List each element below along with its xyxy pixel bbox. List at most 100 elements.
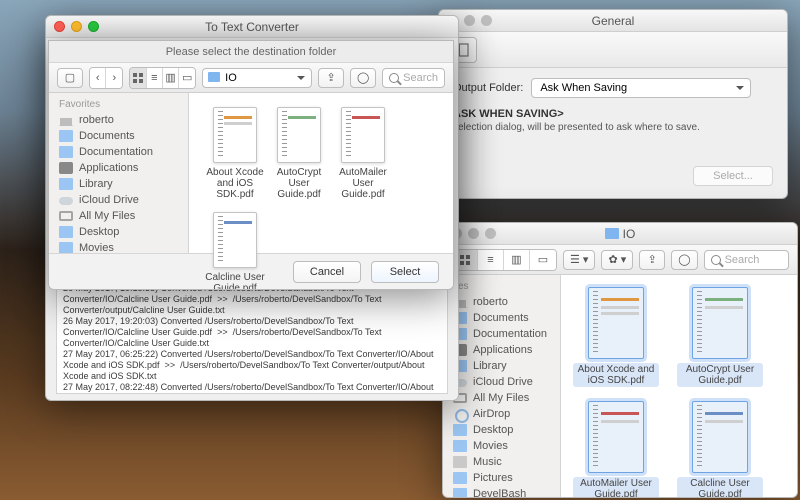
folder-icon	[453, 424, 467, 436]
sidebar-item[interactable]: Movies	[49, 240, 188, 253]
pdf-thumb-icon	[692, 287, 748, 359]
file-item[interactable]: About Xcode and iOS SDK.pdf	[205, 107, 265, 200]
sidebar-item[interactable]: Movies	[443, 438, 560, 454]
search-icon	[389, 73, 399, 83]
list-view-button[interactable]: ≡	[478, 250, 504, 270]
sidebar-item[interactable]: AirDrop	[443, 406, 560, 422]
home-icon	[59, 114, 73, 126]
pdf-thumb-icon	[588, 401, 644, 473]
pdf-thumb-icon	[277, 107, 321, 163]
sidebar-item[interactable]: iCloud Drive	[443, 374, 560, 390]
folder-icon	[59, 130, 73, 142]
view-mode-segment[interactable]: ≡ ▥ ▭	[451, 249, 557, 271]
folder-icon	[59, 242, 73, 253]
pdf-thumb-icon	[213, 212, 257, 268]
zoom-icon[interactable]	[485, 228, 496, 239]
applications-icon	[59, 162, 73, 174]
tags-button[interactable]: ◯	[350, 68, 376, 88]
sidebar-item[interactable]: Applications	[49, 160, 188, 176]
sidebar-item[interactable]: Pictures	[443, 470, 560, 486]
column-view-button[interactable]: ▥	[504, 250, 530, 270]
ask-when-saving-heading: ASK WHEN SAVING>	[439, 108, 787, 120]
icon-view-button[interactable]	[130, 68, 146, 88]
location-popup[interactable]: IO	[202, 68, 312, 88]
share-button[interactable]: ⇪	[639, 250, 665, 270]
sheet-prompt: Please select the destination folder	[49, 41, 453, 63]
window-title: IO	[443, 227, 797, 241]
sidebar-item[interactable]: Desktop	[443, 422, 560, 438]
sidebar-item[interactable]: DevelBash	[443, 486, 560, 498]
file-item[interactable]: About Xcode and iOS SDK.pdf	[573, 287, 659, 387]
file-label: AutoCrypt User Guide.pdf	[677, 363, 763, 387]
titlebar[interactable]: IO	[443, 223, 797, 245]
sidebar-toggle-button[interactable]: ▢	[57, 68, 83, 88]
file-item[interactable]: AutoMailer User Guide.pdf	[573, 401, 659, 498]
share-button[interactable]: ⇪	[318, 68, 344, 88]
zoom-icon[interactable]	[88, 21, 99, 32]
arrange-popup[interactable]: ☰ ▾	[563, 250, 595, 270]
sidebar-item[interactable]: All My Files	[49, 208, 188, 224]
forward-button[interactable]: ›	[106, 68, 122, 88]
cloud-icon	[59, 194, 73, 206]
folder-icon	[59, 178, 73, 190]
coverflow-view-button[interactable]: ▭	[179, 68, 195, 88]
action-popup[interactable]: ✿ ▾	[601, 250, 633, 270]
ask-when-saving-desc: selection dialog, will be presented to a…	[439, 120, 787, 135]
log-text: 26 May 2017, 19:18:35) Converted /Users/…	[57, 281, 447, 394]
view-mode-segment[interactable]: ≡ ▥ ▭	[129, 67, 196, 89]
nav-segment[interactable]: ‹ ›	[89, 67, 123, 89]
file-item[interactable]: Calcline User Guide.pdf	[205, 212, 265, 290]
output-folder-popup[interactable]: Ask When Saving	[531, 78, 751, 98]
file-item[interactable]: AutoCrypt User Guide.pdf	[677, 287, 763, 387]
back-button[interactable]: ‹	[90, 68, 106, 88]
minimize-icon[interactable]	[468, 228, 479, 239]
sidebar-item[interactable]: Documentation	[49, 144, 188, 160]
search-field[interactable]: Search	[704, 250, 789, 270]
close-icon[interactable]	[54, 21, 65, 32]
minimize-icon[interactable]	[71, 21, 82, 32]
finder-file-area[interactable]: About Xcode and iOS SDK.pdf AutoCrypt Us…	[561, 275, 797, 498]
search-field[interactable]: Search	[382, 68, 445, 88]
list-view-button[interactable]: ≡	[147, 68, 163, 88]
titlebar[interactable]: General	[439, 10, 787, 32]
file-item[interactable]: AutoCrypt User Guide.pdf	[269, 107, 329, 200]
sidebar-item[interactable]: Applications	[443, 342, 560, 358]
search-icon	[711, 255, 721, 265]
minimize-icon[interactable]	[464, 15, 475, 26]
tags-button[interactable]: ◯	[671, 250, 697, 270]
search-placeholder: Search	[725, 254, 760, 266]
sheet-file-area[interactable]: About Xcode and iOS SDK.pdf AutoCrypt Us…	[189, 93, 453, 253]
sidebar-item[interactable]: roberto	[443, 294, 560, 310]
sidebar-item[interactable]: All My Files	[443, 390, 560, 406]
folder-icon	[59, 226, 73, 238]
coverflow-view-button[interactable]: ▭	[530, 250, 556, 270]
select-button[interactable]: Select	[371, 261, 439, 283]
file-label: About Xcode and iOS SDK.pdf	[205, 167, 265, 200]
sidebar-item[interactable]: Library	[443, 358, 560, 374]
finder-toolbar: ≡ ▥ ▭ ☰ ▾ ✿ ▾ ⇪ ◯ Search	[443, 245, 797, 275]
sidebar-item[interactable]: Library	[49, 176, 188, 192]
file-label: About Xcode and iOS SDK.pdf	[573, 363, 659, 387]
sidebar-item[interactable]: Desktop	[49, 224, 188, 240]
favorites-header: Favorites	[49, 95, 188, 112]
titlebar[interactable]: To Text Converter	[46, 16, 458, 38]
sidebar-item[interactable]: Documents	[443, 310, 560, 326]
log-area[interactable]: 26 May 2017, 19:18:35) Converted /Users/…	[56, 280, 448, 394]
sidebar-item[interactable]: Documents	[49, 128, 188, 144]
traffic-lights[interactable]	[46, 21, 99, 32]
sidebar-item[interactable]: iCloud Drive	[49, 192, 188, 208]
cancel-button[interactable]: Cancel	[293, 261, 361, 283]
file-item[interactable]: AutoMailer User Guide.pdf	[333, 107, 393, 200]
file-label: AutoMailer User Guide.pdf	[333, 167, 393, 200]
sidebar-item[interactable]: roberto	[49, 112, 188, 128]
sidebar-item[interactable]: Documentation	[443, 326, 560, 342]
file-item[interactable]: Calcline User Guide.pdf	[677, 401, 763, 498]
folder-icon	[453, 472, 467, 484]
select-button: Select...	[693, 166, 773, 186]
column-view-button[interactable]: ▥	[163, 68, 179, 88]
folder-icon	[453, 440, 467, 452]
zoom-icon[interactable]	[481, 15, 492, 26]
general-window: General Output Folder: Ask When Saving A…	[438, 9, 788, 199]
destination-sheet: Please select the destination folder ▢ ‹…	[48, 40, 454, 290]
sidebar-item[interactable]: Music	[443, 454, 560, 470]
